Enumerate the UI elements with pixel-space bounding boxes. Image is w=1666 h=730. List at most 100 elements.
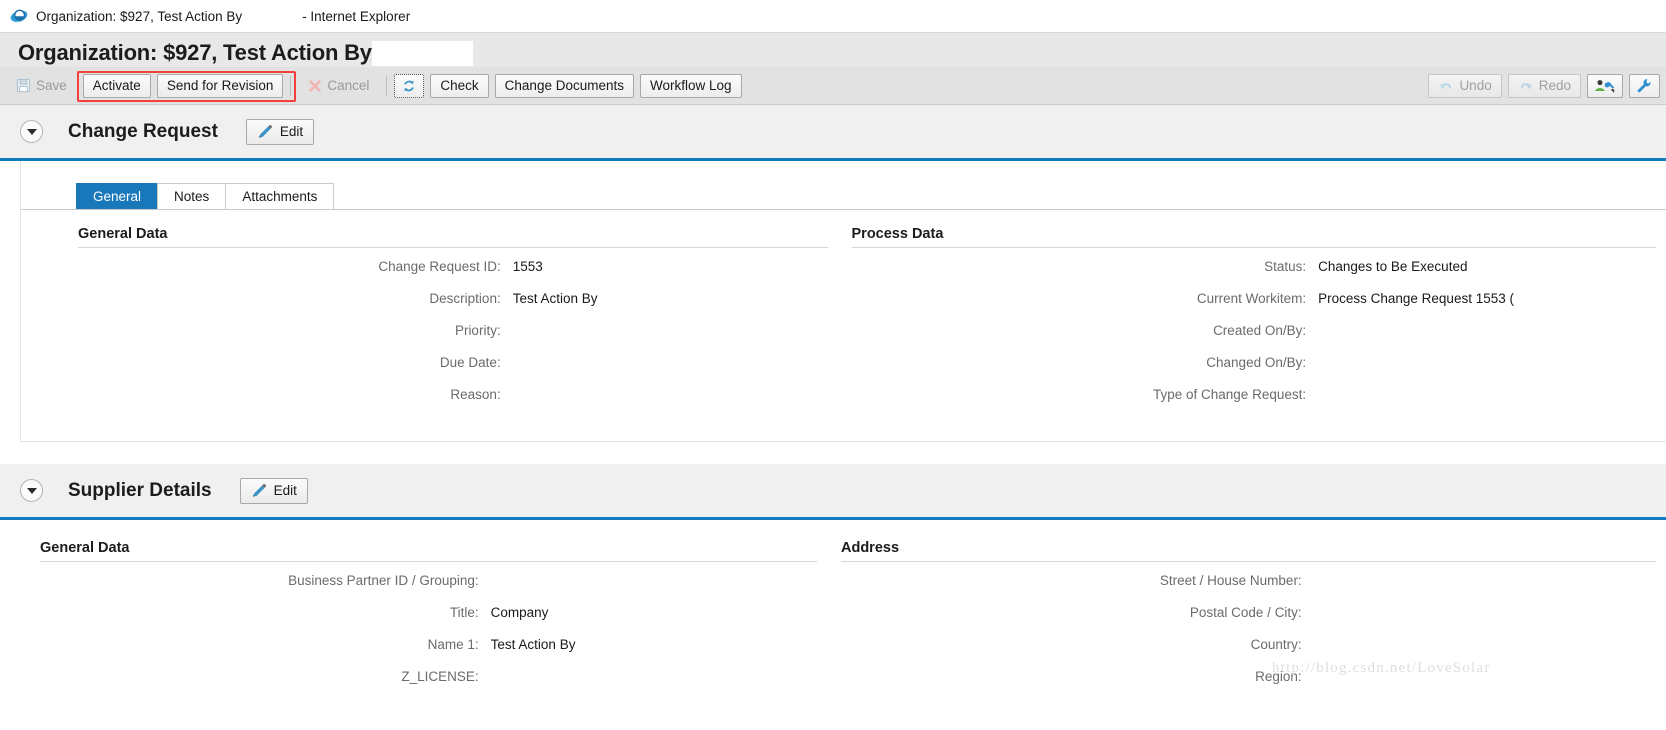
field-current-workitem-value: Process Change Request 1553 ( [1318, 291, 1514, 306]
field-priority: Priority: [78, 323, 828, 355]
redacted-title-field [371, 41, 473, 66]
change-request-edit-label: Edit [279, 124, 304, 139]
field-street-house-number-label: Street / House Number: [1159, 573, 1302, 588]
check-button[interactable]: Check [430, 73, 489, 98]
undo-icon [1438, 78, 1454, 93]
section-change-request: Change Request Edit General Notes Attach… [0, 105, 1666, 442]
section-change-request-body: General Notes Attachments General Data C… [20, 161, 1666, 442]
field-title-value: Company [490, 605, 549, 620]
process-data-rule [851, 247, 1656, 248]
field-title: Title: Company [40, 605, 817, 637]
field-postal-code-city: Postal Code / City: [841, 605, 1656, 637]
section-supplier-details-body: General Data Business Partner ID / Group… [0, 520, 1666, 701]
send-for-revision-button-label: Send for Revision [166, 78, 274, 93]
supplier-general-data-column: General Data Business Partner ID / Group… [0, 540, 833, 701]
field-name-1-value: Test Action By [490, 637, 576, 652]
change-request-tabstrip: General Notes Attachments [21, 161, 1666, 209]
field-changed-on-by: Changed On/By: [852, 355, 1657, 387]
field-status: Status: Changes to Be Executed [852, 259, 1657, 291]
field-changed-on-by-label: Changed On/By: [1206, 355, 1307, 370]
settings-button[interactable] [1629, 73, 1660, 98]
field-change-request-id-value: 1553 [512, 259, 543, 274]
workflow-log-button[interactable]: Workflow Log [640, 73, 742, 98]
internet-explorer-icon [10, 7, 28, 25]
tab-attachments-label: Attachments [242, 189, 318, 204]
field-business-partner-id-label: Business Partner ID / Grouping: [288, 573, 479, 588]
supplier-details-columns: General Data Business Partner ID / Group… [0, 540, 1666, 701]
field-description: Description: Test Action By [78, 291, 828, 323]
supplier-details-edit-button[interactable]: Edit [239, 477, 308, 504]
browser-title-text: Organization: $927, Test Action By - Inte… [36, 9, 410, 24]
field-change-request-id-label: Change Request ID: [378, 259, 501, 274]
tab-general[interactable]: General [76, 183, 159, 209]
process-data-group-title: Process Data [851, 226, 944, 242]
send-for-revision-button[interactable]: Send for Revision [156, 73, 284, 98]
tab-notes-label: Notes [174, 189, 210, 204]
personalize-icon [1594, 78, 1616, 94]
general-data-rule [78, 247, 828, 248]
undo-button[interactable]: Undo [1428, 73, 1502, 98]
field-name-1: Name 1: Test Action By [40, 637, 817, 669]
change-request-process-data-column: Process Data Status: Changes to Be Execu… [844, 226, 1666, 419]
cancel-button[interactable]: Cancel [298, 74, 379, 98]
field-description-label: Description: [429, 291, 501, 306]
check-button-label: Check [440, 78, 479, 93]
field-created-on-by-label: Created On/By: [1213, 323, 1307, 338]
browser-document-title: Organization: $927, Test Action By [36, 8, 243, 24]
field-reason: Reason: [78, 387, 828, 419]
browser-title-bar: Organization: $927, Test Action By - Inte… [0, 0, 1666, 33]
section-spacer [0, 442, 1666, 464]
field-status-value: Changes to Be Executed [1318, 259, 1468, 274]
redo-button-label: Redo [1538, 78, 1571, 93]
section-supplier-details: Supplier Details Edit General Data Busin… [0, 464, 1666, 701]
field-due-date-label: Due Date: [439, 355, 501, 370]
chevron-down-icon[interactable] [20, 479, 43, 502]
chevron-down-icon[interactable] [20, 120, 43, 143]
field-name-1-label: Name 1: [427, 637, 479, 652]
pencil-icon [251, 483, 267, 499]
field-change-request-id: Change Request ID: 1553 [78, 259, 828, 291]
change-request-general-data-column: General Data Change Request ID: 1553 Des… [21, 226, 844, 419]
activate-button[interactable]: Activate [82, 73, 151, 98]
activate-button-label: Activate [92, 78, 141, 93]
field-business-partner-id: Business Partner ID / Grouping: [40, 573, 817, 605]
cancel-button-label: Cancel [327, 78, 370, 93]
change-documents-button[interactable]: Change Documents [494, 73, 634, 98]
field-region: Region: [841, 669, 1656, 701]
field-type-of-change-request-label: Type of Change Request: [1153, 387, 1307, 402]
field-due-date: Due Date: [78, 355, 828, 387]
redo-button[interactable]: Redo [1507, 73, 1581, 98]
field-region-label: Region: [1255, 669, 1302, 684]
field-description-value: Test Action By [512, 291, 598, 306]
field-current-workitem-label: Current Workitem: [1196, 291, 1307, 306]
tab-attachments[interactable]: Attachments [225, 183, 335, 209]
general-data-group-title: General Data [78, 226, 168, 242]
field-created-on-by: Created On/By: [852, 323, 1657, 355]
cancel-icon [308, 79, 322, 93]
tab-notes[interactable]: Notes [157, 183, 227, 209]
refresh-button[interactable] [394, 73, 425, 98]
save-button[interactable]: Save [6, 74, 77, 98]
field-street-house-number: Street / House Number: [841, 573, 1656, 605]
toolbar-separator-2 [386, 75, 388, 96]
field-status-label: Status: [1264, 259, 1307, 274]
page-header: Organization: $927, Test Action By [0, 33, 1666, 67]
page-title: Organization: $927, Test Action By [18, 40, 372, 65]
save-button-label: Save [36, 78, 67, 93]
field-priority-label: Priority: [454, 323, 501, 338]
toolbar-separator [290, 75, 292, 96]
supplier-general-data-rule [40, 561, 817, 562]
field-country-label: Country: [1250, 637, 1302, 652]
main-toolbar: Save Activate Send for Revision Cancel C… [0, 67, 1666, 105]
change-documents-button-label: Change Documents [504, 78, 624, 93]
section-supplier-details-header: Supplier Details Edit [0, 464, 1666, 520]
supplier-address-rule [841, 561, 1656, 562]
field-reason-label: Reason: [450, 387, 501, 402]
field-type-of-change-request: Type of Change Request: [852, 387, 1657, 419]
pencil-icon [257, 124, 273, 140]
change-request-edit-button[interactable]: Edit [245, 118, 315, 145]
supplier-details-edit-label: Edit [273, 483, 297, 498]
personalize-button[interactable] [1587, 73, 1623, 98]
refresh-icon [401, 78, 417, 94]
section-supplier-details-title: Supplier Details [68, 479, 212, 501]
